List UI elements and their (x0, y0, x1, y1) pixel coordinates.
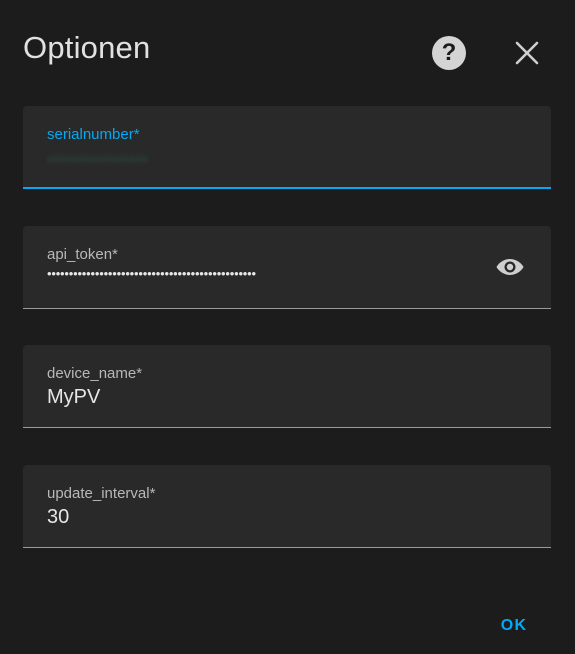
update-interval-label: update_interval* (47, 485, 156, 502)
dialog-title: Optionen (23, 30, 151, 65)
close-icon[interactable] (513, 39, 541, 67)
device-name-label: device_name* (47, 365, 143, 382)
serialnumber-field[interactable]: serialnumber* •••••••••••••••• (23, 106, 551, 189)
api-token-label: api_token* (47, 246, 118, 263)
options-dialog: Optionen ? serialnumber* •••••••••••••••… (0, 0, 575, 654)
api-token-field[interactable]: api_token* •••••••••••••••••••••••••••••… (23, 226, 551, 309)
ok-button[interactable]: OK (486, 606, 542, 646)
update-interval-field[interactable]: update_interval* 30 (23, 465, 551, 548)
update-interval-value[interactable]: 30 (47, 506, 69, 529)
device-name-value[interactable]: MyPV (47, 386, 100, 409)
device-name-field[interactable]: device_name* MyPV (23, 345, 551, 428)
serialnumber-label: serialnumber* (47, 126, 140, 143)
serialnumber-value[interactable]: •••••••••••••••• (47, 149, 148, 170)
help-icon[interactable]: ? (432, 36, 466, 70)
api-token-value[interactable]: ••••••••••••••••••••••••••••••••••••••••… (47, 266, 417, 281)
eye-icon[interactable] (495, 255, 525, 279)
